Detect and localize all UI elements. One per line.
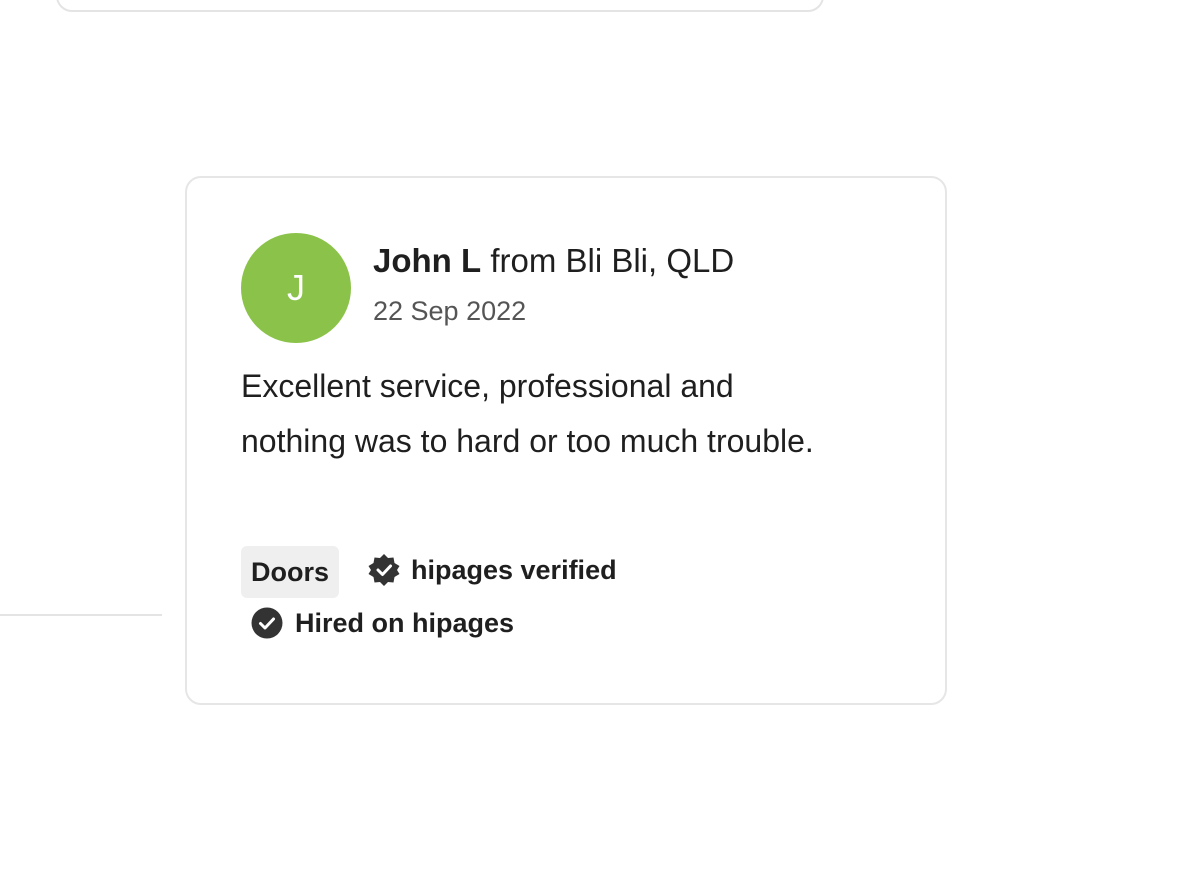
hired-label: Hired on hipages bbox=[295, 607, 515, 638]
reviewer-name: John L bbox=[373, 242, 482, 279]
avatar: J bbox=[241, 233, 351, 343]
check-circle-icon bbox=[251, 607, 283, 639]
verified-badge-icon bbox=[367, 553, 401, 587]
category-tag-label: Doors bbox=[251, 556, 330, 587]
category-tag: Doors bbox=[241, 546, 340, 598]
review-date: 22 Sep 2022 bbox=[373, 296, 527, 326]
adjacent-review-card bbox=[0, 614, 162, 816]
hipages-verified-badge: hipages verified bbox=[367, 553, 617, 587]
avatar-initial: J bbox=[287, 267, 305, 308]
review-text: Excellent service, professional and noth… bbox=[241, 368, 814, 459]
previous-review-card bbox=[56, 0, 824, 12]
reviewer-line: John L from Bli Bli, QLD bbox=[373, 242, 734, 280]
verified-label: hipages verified bbox=[411, 554, 617, 585]
review-card: J John L from Bli Bli, QLD 22 Sep 2022 E… bbox=[185, 176, 947, 705]
hired-on-hipages-badge: Hired on hipages bbox=[251, 607, 514, 639]
reviewer-location: from Bli Bli, QLD bbox=[481, 242, 735, 279]
page: J John L from Bli Bli, QLD 22 Sep 2022 E… bbox=[0, 0, 1200, 888]
